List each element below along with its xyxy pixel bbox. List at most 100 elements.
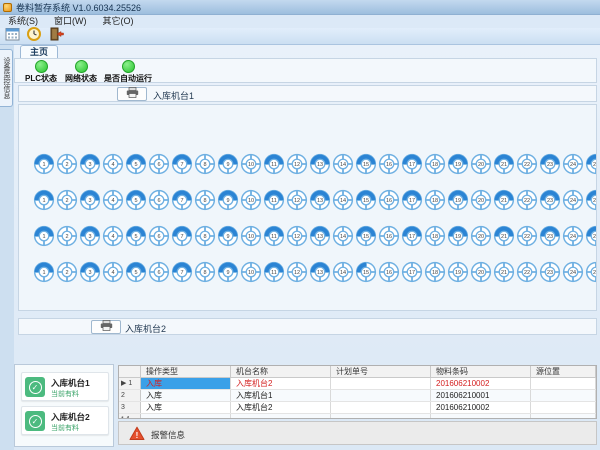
- slot-circle-4-18: 18: [424, 261, 446, 283]
- table-cell[interactable]: 入库机台1: [231, 390, 331, 401]
- table-cell[interactable]: 201606210002: [431, 378, 531, 389]
- svg-text:22: 22: [524, 198, 530, 204]
- table-cell[interactable]: 入库: [141, 402, 231, 413]
- title-bar: 卷料暂存系统 V1.0.6034.25526: [0, 0, 600, 15]
- print-button-machine2[interactable]: [91, 320, 121, 334]
- print-button-machine1[interactable]: [117, 87, 147, 101]
- slot-circle-1-7: 7: [171, 153, 193, 175]
- table-cell[interactable]: 入库: [141, 390, 231, 401]
- slot-circle-3-24: 24: [562, 225, 584, 247]
- table-row-4[interactable]: * 4: [119, 414, 596, 419]
- svg-text:10: 10: [248, 198, 254, 204]
- slot-circle-2-3: 3: [79, 189, 101, 211]
- status-indicator-1: PLC状态: [21, 60, 61, 84]
- tab-home[interactable]: 主页: [20, 45, 58, 58]
- column-header-2[interactable]: 机台名称: [231, 366, 331, 377]
- status-indicator-label: 网络状态: [61, 73, 101, 84]
- table-cell[interactable]: 入库机台2: [231, 402, 331, 413]
- calendar-icon: [5, 27, 20, 46]
- table-cell[interactable]: [531, 414, 596, 419]
- slot-circle-3-5: 5: [125, 225, 147, 247]
- slot-circle-4-19: 19: [447, 261, 469, 283]
- slot-row-4: 1234567891011121314151617181920212223242…: [33, 261, 597, 283]
- svg-text:13: 13: [317, 270, 323, 276]
- check-badge-icon: ✓: [25, 377, 45, 397]
- slot-circle-3-1: 1: [33, 225, 55, 247]
- history-button[interactable]: [25, 29, 43, 44]
- table-row-2[interactable]: 2入库入库机台1 201606210001: [119, 390, 596, 402]
- column-header-1[interactable]: 操作类型: [141, 366, 231, 377]
- table-cell[interactable]: [331, 402, 431, 413]
- check-badge-icon: ✓: [25, 411, 45, 431]
- machine-card-status: 当前有料: [51, 389, 79, 399]
- schedule-button[interactable]: [3, 29, 21, 44]
- table-cell[interactable]: [331, 414, 431, 419]
- menu-item-3[interactable]: 其它(O): [95, 15, 142, 28]
- svg-text:25: 25: [593, 234, 597, 240]
- row-header-corner: [119, 366, 141, 377]
- side-dock-tab[interactable]: 设备监控信息: [0, 49, 13, 107]
- svg-text:21: 21: [501, 270, 507, 276]
- svg-text:19: 19: [455, 234, 461, 240]
- svg-text:13: 13: [317, 198, 323, 204]
- operations-table[interactable]: 操作类型机台名称计划单号物料条码源位置▶ 1入库入库机台220160621000…: [118, 365, 597, 419]
- svg-text:10: 10: [248, 162, 254, 168]
- svg-text:6: 6: [157, 234, 160, 240]
- table-cell[interactable]: [331, 378, 431, 389]
- column-header-3[interactable]: 计划单号: [331, 366, 431, 377]
- svg-text:1: 1: [42, 198, 45, 204]
- svg-text:15: 15: [363, 198, 369, 204]
- table-cell[interactable]: [431, 414, 531, 419]
- slot-circle-2-9: 9: [217, 189, 239, 211]
- slot-circle-1-6: 6: [148, 153, 170, 175]
- svg-text:20: 20: [478, 234, 484, 240]
- slot-circle-3-4: 4: [102, 225, 124, 247]
- slot-circle-1-15: 15: [355, 153, 377, 175]
- slot-circle-2-11: 11: [263, 189, 285, 211]
- row-header[interactable]: * 4: [119, 414, 141, 419]
- svg-text:18: 18: [432, 162, 438, 168]
- svg-text:23: 23: [547, 198, 553, 204]
- slot-circle-4-5: 5: [125, 261, 147, 283]
- machine-card-title: 入库机台1: [51, 377, 90, 389]
- status-indicator-label: 是否自动运行: [99, 73, 157, 84]
- slot-circle-2-24: 24: [562, 189, 584, 211]
- row-header[interactable]: ▶ 1: [119, 378, 141, 389]
- slot-circle-1-21: 21: [493, 153, 515, 175]
- window-title: 卷料暂存系统 V1.0.6034.25526: [16, 1, 141, 14]
- column-header-5[interactable]: 源位置: [531, 366, 596, 377]
- slot-circle-3-9: 9: [217, 225, 239, 247]
- table-cell[interactable]: [331, 390, 431, 401]
- slot-circle-4-25: 25: [585, 261, 597, 283]
- table-cell[interactable]: [531, 378, 596, 389]
- table-row-3[interactable]: 3入库入库机台2 201606210002: [119, 402, 596, 414]
- svg-text:15: 15: [363, 270, 369, 276]
- svg-text:19: 19: [455, 270, 461, 276]
- svg-text:14: 14: [340, 270, 346, 276]
- column-header-4[interactable]: 物料条码: [431, 366, 531, 377]
- row-header[interactable]: 2: [119, 390, 141, 401]
- machine-card-2: ✓入库机台2当前有料: [21, 406, 109, 435]
- svg-text:7: 7: [180, 234, 183, 240]
- svg-text:23: 23: [547, 270, 553, 276]
- svg-text:9: 9: [226, 270, 229, 276]
- table-cell[interactable]: [531, 390, 596, 401]
- slot-circle-2-1: 1: [33, 189, 55, 211]
- row-header[interactable]: 3: [119, 402, 141, 413]
- table-cell[interactable]: 入库机台2: [231, 378, 331, 389]
- table-cell[interactable]: 201606210001: [431, 390, 531, 401]
- table-cell[interactable]: [531, 402, 596, 413]
- table-cell[interactable]: [231, 414, 331, 419]
- table-cell[interactable]: 201606210002: [431, 402, 531, 413]
- slot-circle-1-13: 13: [309, 153, 331, 175]
- slot-circle-3-15: 15: [355, 225, 377, 247]
- exit-button[interactable]: [47, 29, 65, 44]
- slot-circle-2-12: 12: [286, 189, 308, 211]
- table-cell[interactable]: 入库: [141, 378, 231, 389]
- table-cell[interactable]: [141, 414, 231, 419]
- slot-circle-4-22: 22: [516, 261, 538, 283]
- machine-card-status: 当前有料: [51, 423, 79, 433]
- table-row-1[interactable]: ▶ 1入库入库机台2 201606210002: [119, 378, 596, 390]
- svg-text:16: 16: [386, 162, 392, 168]
- svg-text:3: 3: [88, 270, 91, 276]
